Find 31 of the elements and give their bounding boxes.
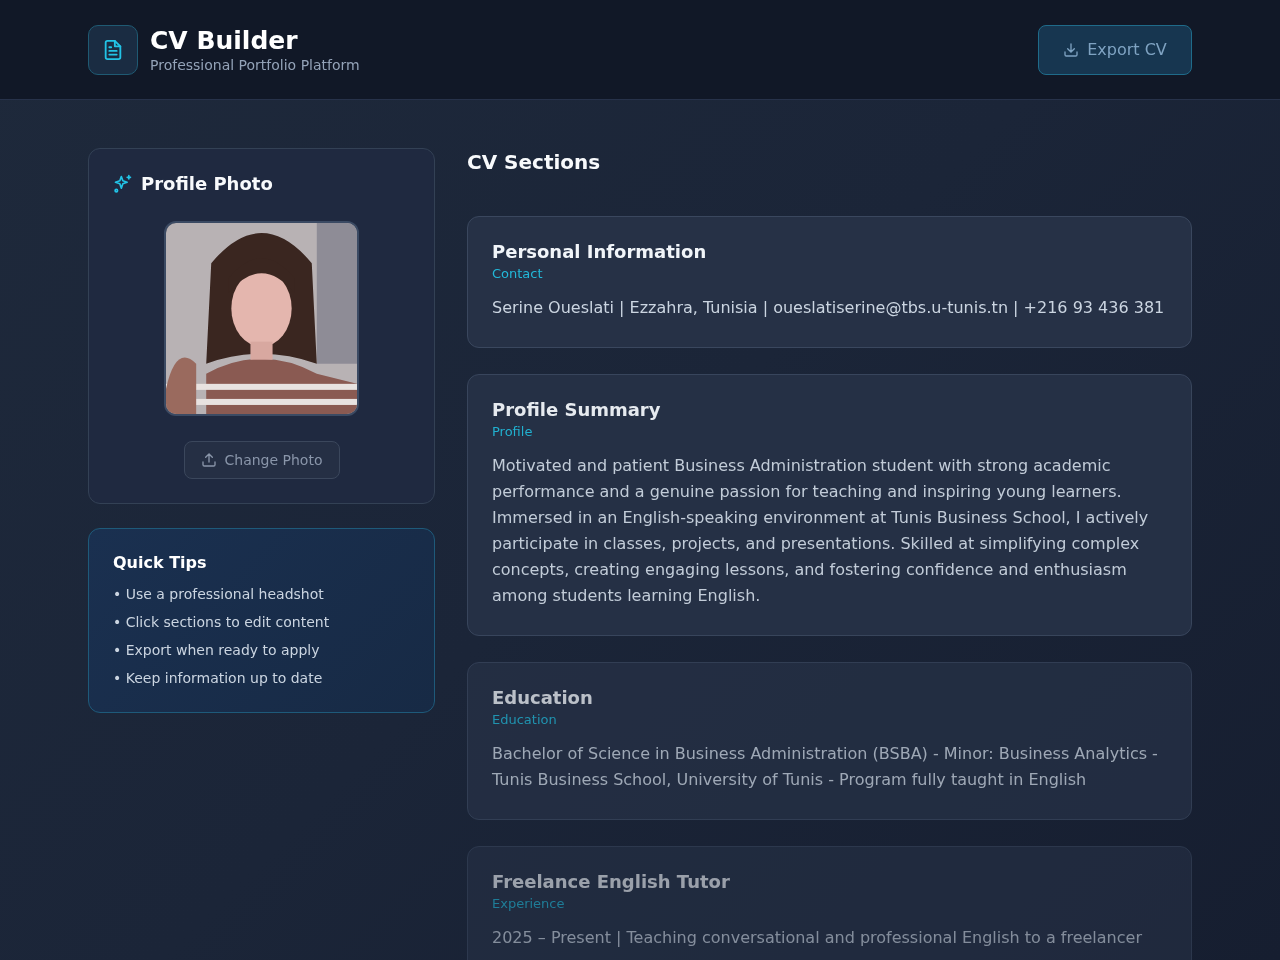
cv-section-card[interactable] [467,374,1192,636]
section-title: Freelance English Tutor [492,871,731,892]
tip-text: • Export when ready to apply [113,641,321,660]
section-text: Serine Oueslati | Ezzahra, Tunisia | oueslatiserine@tbs.u-tunis.tn | +216 93 436 381 [492,297,1166,319]
cv-section-card[interactable]: Freelance English Tutor Experience 2025 – Present | Teaching conversational and professional English to a freelancer [467,846,1192,960]
app-title: CV Builder [150,26,299,55]
section-category: Education [492,712,558,727]
section-category: Profile [492,424,534,439]
section-text: Motivated and patient Business Administration student with strong academic performance and a genuine passion for teaching and inspiring young learners. Immersed in an English-speaking environment at Tunis Business School, I actively participate in classes, projects, and presentations. Skilled at simplifying complex concepts, creating engaging lessons, and fostering confidence and enthusiasm among students learning English. [492,455,1150,607]
section-heading: CV Sections [467,150,602,174]
download-icon [1063,41,1080,58]
cv-section-card[interactable]: Education Education Bachelor of Science in Business Administration (BSBA) - Minor: Business Analytics - Tunis Business School, University of Tunis - Program fully taught in English [467,662,1192,820]
cv-section-card[interactable]: Personal Information Contact Serine Oueslati | Ezzahra, Tunisia | oueslatiserine@tbs.u-tunis.tn | +216 93 436 381 [467,216,1192,348]
tip-text: • Use a professional headshot [113,585,325,604]
card-title: Profile Photo [141,173,273,194]
section-category: Experience [492,896,566,911]
section-text: Bachelor of Science in Business Administration (BSBA) - Minor: Business Analytics - Tunis Business School, University of Tunis - Program fully taught in English [492,743,1159,791]
app-subtitle: Professional Portfolio Platform [150,57,360,73]
export-button[interactable]: Export CV [1038,24,1192,75]
section-title: Personal Information [492,241,708,262]
sparkles-icon [113,173,133,194]
section-title: Profile Summary [492,399,662,420]
card-title: Quick Tips [113,553,208,572]
change-photo-button[interactable]: Change Photo [183,441,340,479]
section-title: Education [492,687,594,708]
upload-icon [200,452,217,468]
section-category: Contact [492,266,544,281]
tip-text: • Keep information up to date [113,669,324,688]
tip-text: • Click sections to edit content [113,613,331,632]
document-icon [102,38,124,61]
section-text: 2025 – Present | Teaching conversational and professional English to a freelancer [492,927,1143,949]
